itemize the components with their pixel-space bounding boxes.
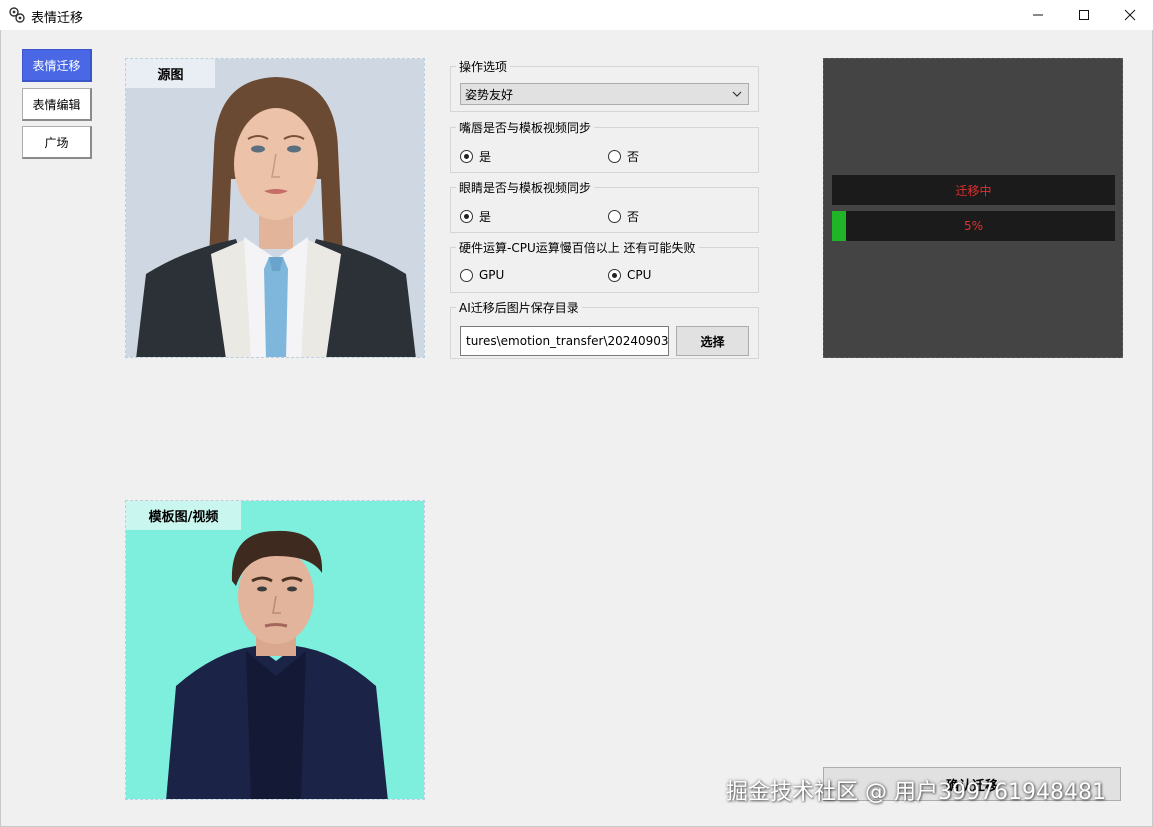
radio-label: GPU — [479, 268, 505, 282]
radio-label: 是 — [479, 150, 492, 164]
source-image-label: 源图 — [126, 59, 215, 88]
save-dir-title: AI迁移后图片保存目录 — [456, 299, 582, 316]
hardware-gpu-radio[interactable]: GPU — [460, 268, 504, 282]
eye-sync-no-radio[interactable]: 否 — [608, 208, 639, 225]
close-icon — [1124, 9, 1136, 21]
radio-unchecked-icon — [460, 268, 473, 282]
nav-emotion-transfer-button[interactable]: 表情迁移 — [22, 49, 92, 82]
operation-select-value: 姿势友好 — [465, 87, 514, 102]
radio-unchecked-icon — [608, 150, 621, 163]
nav-emotion-edit-button[interactable]: 表情编辑 — [22, 88, 92, 121]
choose-dir-button[interactable]: 选择 — [676, 326, 749, 356]
status-text: 迁移中 — [832, 175, 1115, 205]
eye-sync-yes-radio[interactable]: 是 — [460, 208, 491, 225]
chevron-down-icon — [732, 91, 742, 97]
eye-sync-title: 眼睛是否与模板视频同步 — [456, 179, 595, 196]
progress-label: 5% — [963, 219, 984, 233]
radio-label: 是 — [479, 210, 492, 224]
progress-bar: 5% — [832, 211, 1115, 241]
close-button[interactable] — [1107, 0, 1153, 30]
nav-plaza-button[interactable]: 广场 — [22, 126, 92, 159]
hardware-cpu-radio[interactable]: CPU — [608, 268, 651, 282]
minimize-icon — [1033, 14, 1043, 16]
radio-label: CPU — [627, 268, 652, 282]
template-portrait-image — [126, 501, 424, 799]
hardware-group: 硬件运算-CPU运算慢百倍以上 还有可能失败 GPU CPU — [450, 239, 759, 293]
radio-checked-icon — [460, 150, 473, 163]
radio-checked-icon — [460, 210, 473, 223]
maximize-icon — [1079, 10, 1089, 20]
mouth-sync-title: 嘴唇是否与模板视频同步 — [456, 119, 595, 136]
template-image-label: 模板图/视频 — [126, 501, 241, 530]
title-bar: 表情迁移 — [0, 0, 1153, 30]
confirm-transfer-button[interactable]: 确认迁移 — [823, 767, 1121, 801]
source-portrait-image — [126, 59, 424, 357]
hardware-title: 硬件运算-CPU运算慢百倍以上 还有可能失败 — [456, 239, 699, 256]
mouth-sync-yes-radio[interactable]: 是 — [460, 148, 491, 165]
save-dir-input[interactable]: tures\emotion_transfer\20240903 — [460, 326, 669, 356]
nav-item-label: 表情编辑 — [32, 97, 81, 112]
mouth-sync-group: 嘴唇是否与模板视频同步 是 否 — [450, 119, 759, 173]
operation-option-group: 操作选项 姿势友好 — [450, 58, 759, 112]
operation-option-title: 操作选项 — [456, 58, 511, 75]
radio-unchecked-icon — [608, 210, 621, 223]
eye-sync-group: 眼睛是否与模板视频同步 是 否 — [450, 179, 759, 233]
minimize-button[interactable] — [1015, 0, 1061, 30]
mouth-sync-no-radio[interactable]: 否 — [608, 148, 639, 165]
radio-checked-icon — [608, 268, 621, 282]
save-dir-group: AI迁移后图片保存目录 tures\emotion_transfer\20240… — [450, 299, 759, 359]
maximize-button[interactable] — [1061, 0, 1107, 30]
operation-select[interactable]: 姿势友好 — [460, 83, 749, 105]
template-image-panel[interactable]: 模板图/视频 — [125, 500, 425, 800]
nav-item-label: 表情迁移 — [32, 58, 81, 73]
window-title: 表情迁移 — [31, 11, 84, 26]
status-panel: 迁移中 5% — [823, 58, 1123, 358]
radio-label: 否 — [627, 150, 640, 164]
nav-item-label: 广场 — [44, 135, 69, 150]
source-image-panel[interactable]: 源图 — [125, 58, 425, 358]
radio-label: 否 — [627, 210, 640, 224]
app-gears-icon — [9, 7, 25, 23]
